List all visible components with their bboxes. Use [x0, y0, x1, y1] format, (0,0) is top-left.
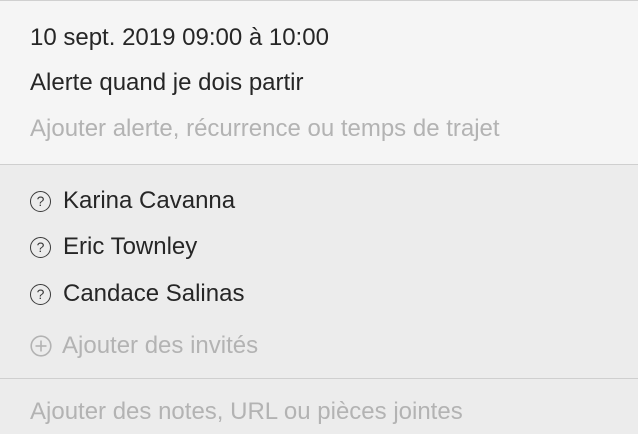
- add-alert-field[interactable]: Ajouter alerte, récurrence ou temps de t…: [30, 114, 500, 144]
- plus-circle-icon: [30, 335, 52, 357]
- add-invitees-button[interactable]: Ajouter des invités: [30, 331, 258, 361]
- event-details-section: 10 sept. 2019 09:00 à 10:00 Alerte quand…: [0, 1, 638, 164]
- question-circle-icon: ?: [30, 283, 51, 305]
- invitee-name: Karina Cavanna: [63, 187, 236, 214]
- notes-field[interactable]: Ajouter des notes, URL ou pièces jointes: [30, 397, 463, 427]
- invitee-row[interactable]: ? Karina Cavanna: [30, 186, 235, 216]
- invitee-row[interactable]: ? Candace Salinas: [30, 279, 244, 309]
- question-circle-icon: ?: [30, 236, 51, 258]
- invitee-row[interactable]: ? Eric Townley: [30, 232, 197, 262]
- event-alert[interactable]: Alerte quand je dois partir: [30, 68, 304, 98]
- invitee-name: Candace Salinas: [63, 280, 245, 307]
- event-datetime[interactable]: 10 sept. 2019 09:00 à 10:00: [30, 23, 329, 53]
- section-divider: [0, 378, 638, 379]
- question-circle-icon: ?: [30, 190, 51, 212]
- invitee-name: Eric Townley: [63, 233, 198, 260]
- section-divider: [0, 164, 638, 165]
- event-detail-panel: 10 sept. 2019 09:00 à 10:00 Alerte quand…: [0, 0, 638, 434]
- add-invitees-label: Ajouter des invités: [62, 332, 259, 359]
